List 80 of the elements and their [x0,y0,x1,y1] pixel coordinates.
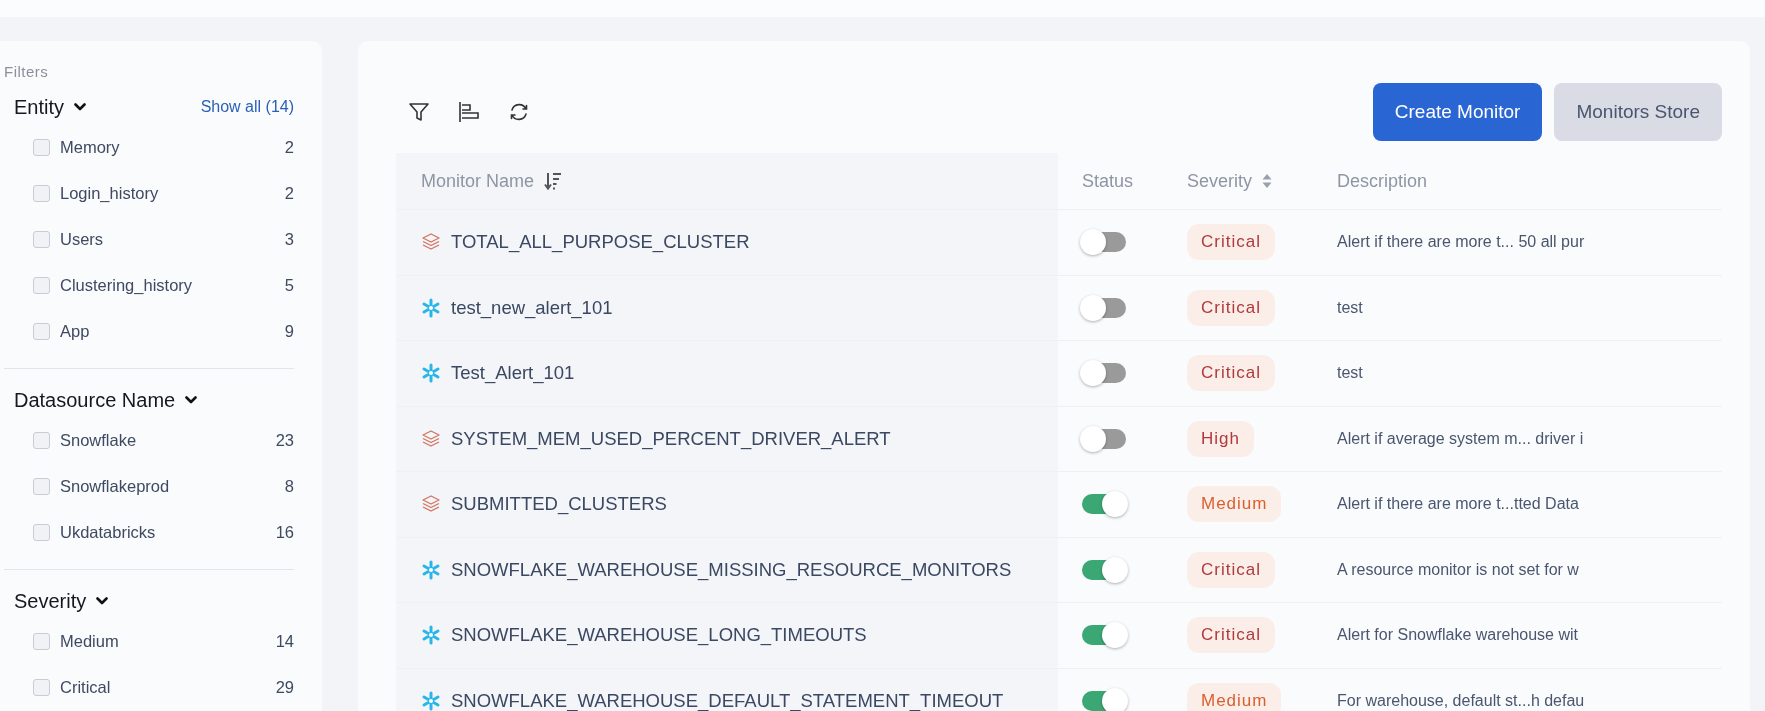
show-all-link[interactable]: Show all (14) [200,98,294,116]
align-icon[interactable] [458,101,480,123]
description-text: Alert if average system m... driver i [1337,429,1584,448]
filter-count: 3 [284,229,294,249]
filter-option-label: Users [60,229,104,249]
severity-badge: Critical [1187,617,1275,654]
severity-badge: High [1187,420,1254,457]
chevron-down-icon[interactable] [185,396,198,404]
severity-badge: Critical [1187,224,1275,261]
description-text: Alert if there are more t...tted Data [1337,495,1579,514]
create-monitor-button[interactable]: Create Monitor [1372,83,1543,141]
status-toggle[interactable] [1082,297,1126,318]
checkbox[interactable] [33,276,50,294]
severity-badge: Critical [1187,289,1275,326]
monitor-name[interactable]: test_new_alert_101 [451,296,613,319]
description-text: Alert for Snowflake warehouse wit [1337,626,1578,645]
chevron-down-icon[interactable] [74,103,87,111]
checkbox[interactable] [33,138,50,156]
status-toggle[interactable] [1082,232,1126,253]
filters-title: Filters [4,63,50,80]
filter-option-label: Memory [60,137,120,157]
filter-option-label: App [60,321,90,341]
checkbox[interactable] [33,431,50,449]
filter-count: 16 [275,522,294,542]
filter-count: 2 [284,183,294,203]
monitor-name[interactable]: SUBMITTED_CLUSTERS [451,493,667,516]
checkbox[interactable] [33,184,50,202]
filter-option-label: Snowflakeprod [60,476,170,496]
filter-count: 23 [275,430,294,450]
filter-option-label: Snowflake [60,430,137,450]
filter-group-title[interactable]: Datasource Name [14,388,176,412]
sort-descending-icon[interactable] [544,171,563,191]
chevron-down-icon[interactable] [96,597,109,605]
description-text: test [1337,364,1363,383]
status-toggle[interactable] [1082,494,1126,515]
filter-count: 9 [284,321,294,341]
checkbox[interactable] [33,678,50,696]
status-toggle[interactable] [1082,625,1126,646]
checkbox[interactable] [33,322,50,340]
status-toggle[interactable] [1082,363,1126,384]
filter-count: 14 [275,631,294,651]
filter-option-label: Login_history [60,183,159,203]
description-text: For warehouse, default st...h defau [1337,691,1585,710]
checkbox[interactable] [33,632,50,650]
filter-option-label: Ukdatabricks [60,522,156,542]
filter-option-label: Critical [60,677,111,697]
status-toggle[interactable] [1082,690,1126,711]
severity-badge: Medium [1187,486,1282,523]
refresh-icon[interactable] [508,101,530,123]
filter-option-label: Medium [60,631,119,651]
severity-badge: Critical [1187,551,1275,588]
filter-option-label: Clustering_history [60,275,193,295]
filter-count: 2 [284,137,294,157]
severity-badge: Medium [1187,682,1282,711]
monitor-name[interactable]: TOTAL_ALL_PURPOSE_CLUSTER [451,231,750,254]
description-text: Alert if there are more t... 50 all pur [1337,233,1585,252]
filter-count: 29 [275,677,294,697]
snowflake-icon [421,625,441,646]
filter-group-title[interactable]: Severity [14,589,87,613]
monitors-store-button[interactable]: Monitors Store [1554,83,1722,141]
filter-group-title[interactable]: Entity [14,95,65,119]
description-text: A resource monitor is not set for w [1337,560,1579,579]
sort-icon[interactable] [1262,173,1273,189]
status-toggle[interactable] [1082,428,1126,449]
column-header: Description [1337,170,1428,192]
monitor-name[interactable]: Test_Alert_101 [451,362,575,385]
severity-badge: Critical [1187,355,1275,392]
column-header: Status [1082,170,1134,192]
checkbox[interactable] [33,230,50,248]
filter-count: 8 [284,476,294,496]
filter-count: 5 [284,275,294,295]
checkbox[interactable] [33,523,50,541]
status-toggle[interactable] [1082,559,1126,580]
snowflake-icon [421,559,441,580]
checkbox[interactable] [33,477,50,495]
description-text: test [1337,298,1363,317]
snowflake-icon [421,297,441,318]
stacked-layers-icon [421,428,441,449]
snowflake-icon [421,363,441,384]
filter-icon[interactable] [408,101,430,123]
